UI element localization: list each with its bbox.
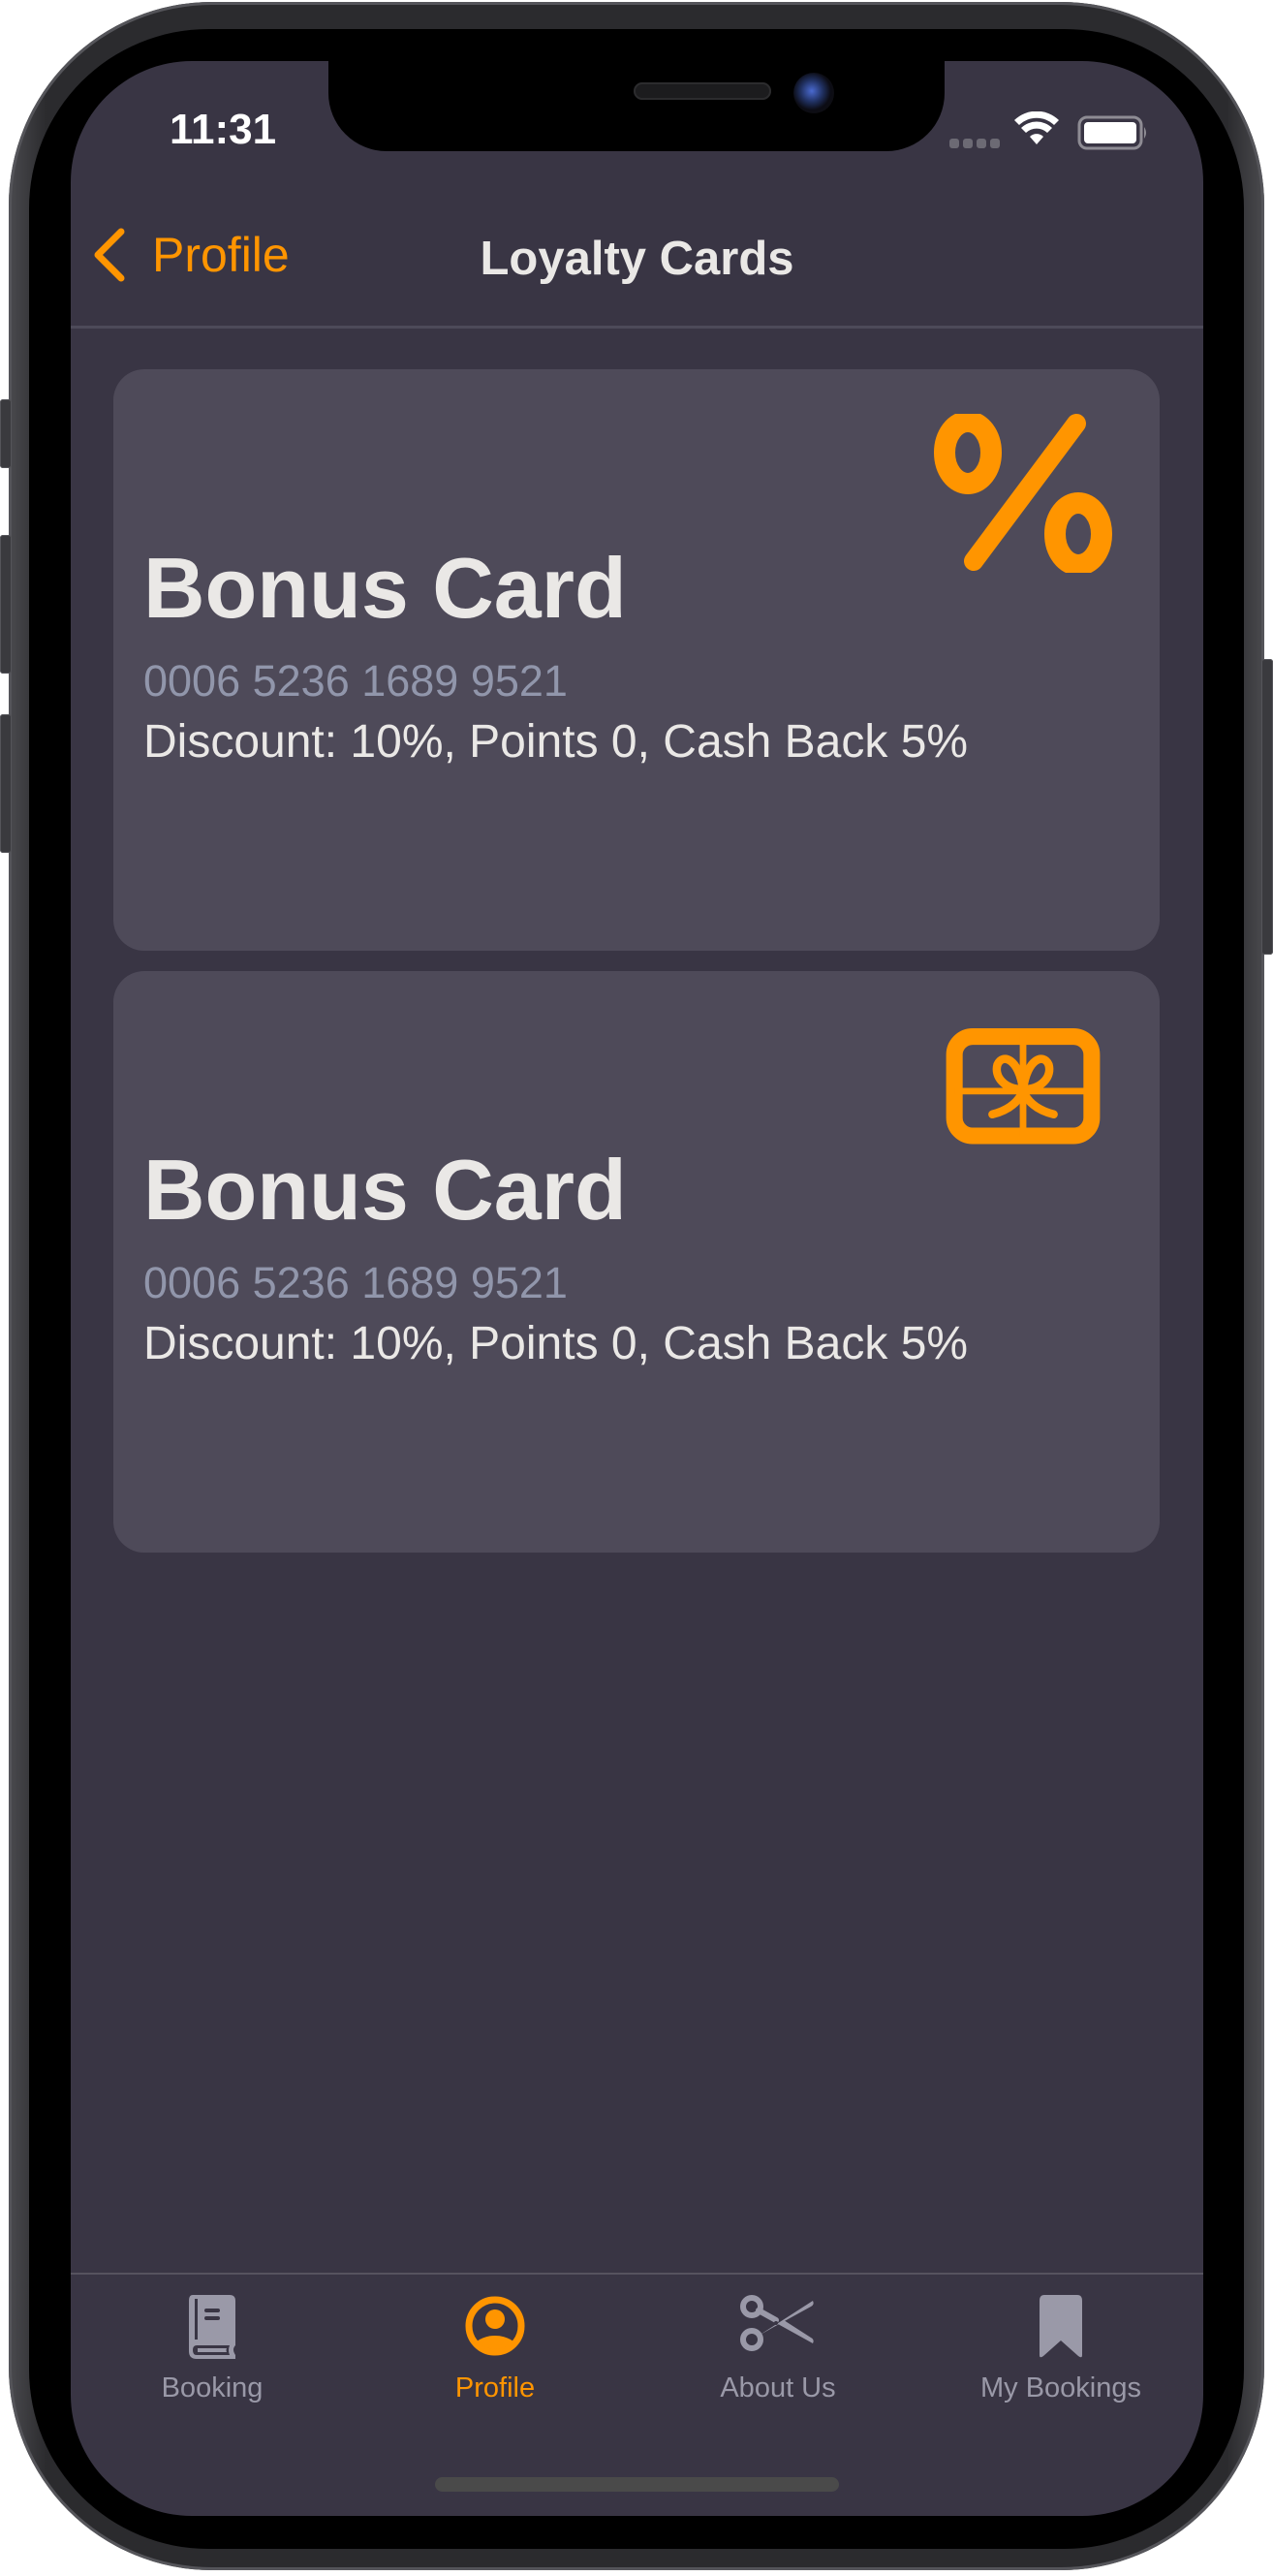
tab-profile[interactable]: Profile: [354, 2285, 636, 2421]
notch: [328, 61, 945, 151]
tab-label: My Bookings: [979, 2372, 1141, 2403]
book-icon: [189, 2295, 235, 2359]
card-title: Bonus Card: [143, 540, 627, 636]
nav-divider: [71, 326, 1203, 329]
screen: 11:31 Profile Loyalty Cards Bonus Card 0…: [71, 61, 1203, 2516]
tab-label: Booking: [161, 2372, 264, 2403]
tab-label: Profile: [454, 2372, 536, 2403]
card-details: Discount: 10%, Points 0, Cash Back 5%: [143, 716, 969, 768]
loyalty-card[interactable]: Bonus Card 0006 5236 1689 9521 Discount:…: [113, 971, 1160, 1553]
bookmark-icon: [1040, 2295, 1082, 2358]
power-button: [1261, 659, 1273, 955]
battery-full-icon: [1077, 115, 1146, 150]
tab-bar-divider: [71, 2273, 1203, 2275]
cellular-signal-icon: [949, 139, 1000, 148]
wifi-icon: [1014, 111, 1059, 144]
person-circle-icon: [465, 2296, 525, 2356]
card-details: Discount: 10%, Points 0, Cash Back 5%: [143, 1318, 969, 1369]
card-number: 0006 5236 1689 9521: [143, 656, 568, 706]
tab-label: About Us: [720, 2372, 836, 2403]
speaker-grille: [634, 82, 771, 100]
scissors-icon: [740, 2295, 814, 2351]
card-title: Bonus Card: [143, 1142, 627, 1238]
tab-about-us[interactable]: About Us: [636, 2285, 919, 2421]
front-camera: [793, 73, 834, 113]
status-time: 11:31: [170, 106, 277, 153]
silent-switch: [0, 399, 12, 468]
volume-up-button: [0, 535, 12, 674]
volume-down-button: [0, 714, 12, 853]
card-number: 0006 5236 1689 9521: [143, 1258, 568, 1307]
percent-icon: [934, 414, 1112, 573]
home-indicator[interactable]: [435, 2477, 839, 2492]
page-title: Loyalty Cards: [480, 233, 794, 285]
tab-booking[interactable]: Booking: [71, 2285, 354, 2421]
loyalty-card[interactable]: Bonus Card 0006 5236 1689 9521 Discount:…: [113, 369, 1160, 951]
gift-card-icon: [946, 1028, 1101, 1145]
tab-my-bookings[interactable]: My Bookings: [919, 2285, 1202, 2421]
